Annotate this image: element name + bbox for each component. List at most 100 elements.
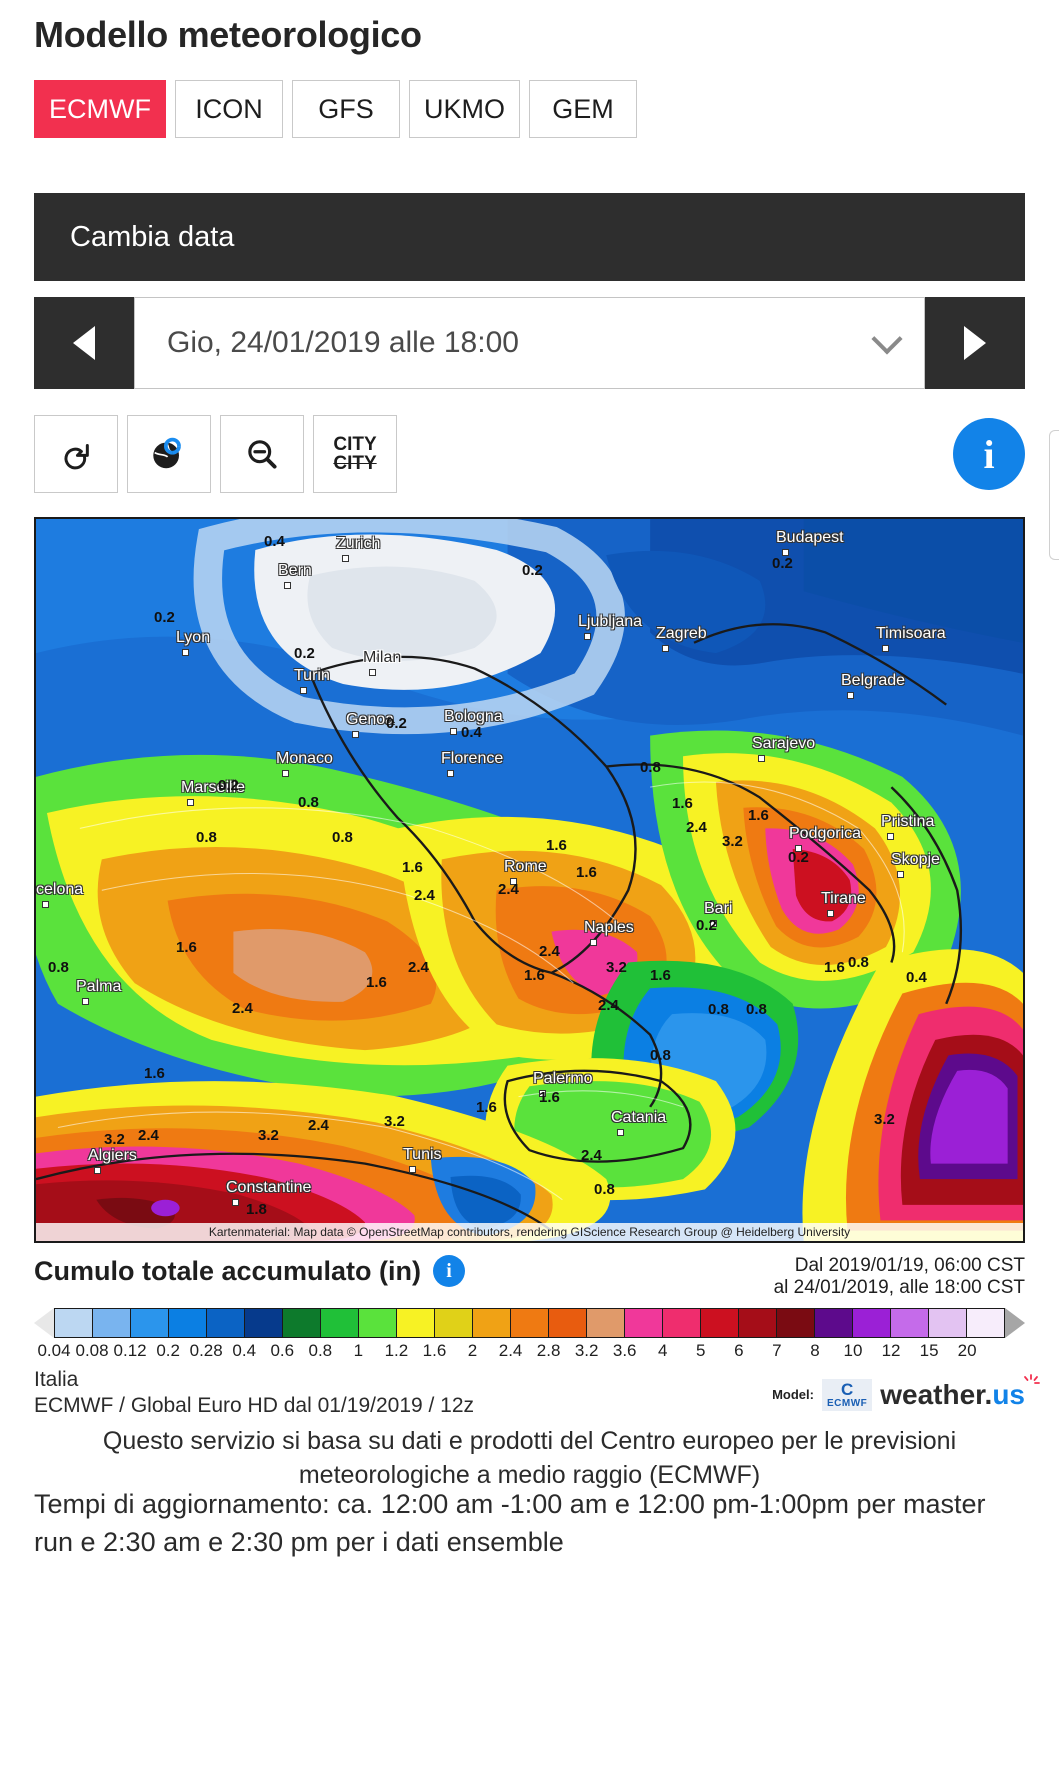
colorbar-tick-label: 10 — [843, 1340, 863, 1360]
colorbar-tick-row: 0.04 0.08 0.12 0.2 0.28 0.4 0.6 0.8 1 1.2 1.6 2 2.4 2… — [34, 1341, 1025, 1361]
triangle-right-icon — [964, 326, 986, 360]
colorbar-segment — [283, 1308, 321, 1337]
colorbar-cap-left — [34, 1307, 54, 1338]
map-city-dot — [584, 633, 591, 640]
map-city-dot — [94, 1167, 101, 1174]
brand-block: Model: C ECMWF weather.us — [772, 1367, 1040, 1411]
model-tab-label: ICON — [195, 93, 263, 124]
city-labels-icon: CITY CITY — [333, 435, 376, 473]
colorbar-segment — [587, 1308, 625, 1337]
weather-us-logo[interactable]: weather.us — [880, 1373, 1040, 1411]
colorbar-segment — [93, 1308, 131, 1337]
colorbar-tick-label: 0.2 — [156, 1340, 180, 1360]
precipitation-map[interactable]: Zurich Bern Budapest Ljubljana Zagreb Timisoa… — [34, 517, 1025, 1243]
colorbar-segment — [321, 1308, 359, 1337]
colorbar-segment — [473, 1308, 511, 1337]
map-city-dot — [450, 728, 457, 735]
colorbar-tick-label: 7 — [772, 1340, 782, 1360]
map-attribution: Kartenmaterial: Map data © OpenStreetMap… — [36, 1223, 1023, 1241]
refresh-icon — [64, 444, 89, 470]
colorbar-tick-label: 3.2 — [574, 1340, 599, 1360]
city-toggle-button[interactable]: CITY CITY — [313, 415, 397, 493]
colorbar-tick-label: 20 — [957, 1340, 977, 1360]
sunburst-icon — [1024, 1373, 1040, 1384]
city-toggle-line1: CITY — [333, 434, 377, 455]
colorbar-tick-label: 1.2 — [384, 1340, 409, 1360]
colorbar-tick-label: 15 — [919, 1340, 939, 1360]
colorbar-segment — [169, 1308, 207, 1337]
date-stepper: Gio, 24/01/2019 alle 18:00 — [34, 297, 1025, 389]
info-icon: i — [446, 1259, 452, 1282]
map-city-dot — [882, 645, 889, 652]
colorbar-segment — [891, 1308, 929, 1337]
side-panel-handle[interactable] — [1049, 430, 1059, 560]
map-raster — [36, 519, 1023, 1241]
map-toolbar: CITY CITY i — [34, 415, 1025, 493]
zoom-out-button[interactable] — [220, 415, 304, 493]
map-city-dot — [369, 669, 376, 676]
model-tab-label: ECMWF — [49, 93, 151, 124]
model-tab-label: GEM — [552, 93, 614, 124]
colorbar — [54, 1307, 1005, 1338]
map-city-dot — [232, 1199, 239, 1206]
model-tab-ecmwf[interactable]: ECMWF — [34, 80, 166, 138]
map-info-button[interactable]: i — [953, 418, 1025, 490]
disclaimer-text: Questo servizio si basa su dati e prodot… — [102, 1427, 957, 1490]
model-tab-gem[interactable]: GEM — [528, 80, 637, 138]
colorbar-segment — [815, 1308, 853, 1337]
globe-pin-icon — [153, 437, 181, 469]
model-tab-gfs[interactable]: GFS — [291, 80, 400, 138]
source-text: Italia ECMWF / Global Euro HD dal 01/19/… — [34, 1367, 474, 1420]
info-icon: i — [983, 431, 995, 477]
map-city-dot — [782, 549, 789, 556]
legend-range-from: Dal 2019/01/19, 06:00 CST — [794, 1255, 1025, 1276]
colorbar-segment — [549, 1308, 587, 1337]
next-date-button[interactable] — [925, 297, 1025, 389]
model-tab-list: ECMWF ICON GFS UKMO GEM — [0, 56, 1059, 138]
colorbar-tick-label: 12 — [881, 1340, 901, 1360]
colorbar-segment — [245, 1308, 283, 1337]
source-row: Italia ECMWF / Global Euro HD dal 01/19/… — [34, 1367, 1040, 1420]
colorbar-segment — [967, 1308, 1004, 1337]
map-city-dot — [42, 901, 49, 908]
update-times-note: Tempi di aggiornamento: ca. 12:00 am -1:… — [34, 1488, 986, 1558]
colorbar-tick-label: 3.6 — [612, 1340, 637, 1360]
map-city-dot — [284, 582, 291, 589]
map-city-dot — [282, 770, 289, 777]
map-city-dot — [758, 755, 765, 762]
source-region: Italia — [34, 1367, 79, 1391]
colorbar-tick-label: 4 — [658, 1340, 668, 1360]
colorbar-segment — [359, 1308, 397, 1337]
colorbar-tick-label: 0.08 — [75, 1340, 109, 1360]
previous-date-button[interactable] — [34, 297, 134, 389]
colorbar-tick-label: 1 — [353, 1340, 364, 1360]
ecmwf-text: ECMWF — [826, 1397, 868, 1409]
map-city-dot — [342, 555, 349, 562]
colorbar-tick-label: 6 — [734, 1340, 744, 1360]
colorbar-tick-label: 8 — [810, 1340, 820, 1360]
magnifier-minus-icon — [248, 440, 277, 469]
colorbar-segment — [397, 1308, 435, 1337]
refresh-button[interactable] — [34, 415, 118, 493]
map-city-dot — [617, 1129, 624, 1136]
map-city-dot — [447, 770, 454, 777]
model-tab-icon[interactable]: ICON — [174, 80, 283, 138]
locate-button[interactable] — [127, 415, 211, 493]
map-city-dot — [662, 645, 669, 652]
map-city-dot — [82, 998, 89, 1005]
colorbar-segment — [435, 1308, 473, 1337]
date-select[interactable]: Gio, 24/01/2019 alle 18:00 — [134, 297, 925, 389]
legend-info-button[interactable]: i — [433, 1255, 466, 1287]
model-tab-ukmo[interactable]: UKMO — [408, 80, 520, 138]
model-tab-label: GFS — [318, 93, 374, 124]
brand-weather: weather. — [880, 1378, 993, 1410]
ecmwf-logo: C ECMWF — [821, 1378, 873, 1411]
brand-model-label: Model: — [772, 1387, 814, 1403]
map-city-dot — [847, 692, 854, 699]
map-city-dot — [827, 910, 834, 917]
colorbar-tick-label: 0.6 — [270, 1340, 295, 1360]
colorbar-cap-right — [1005, 1307, 1025, 1338]
colorbar-tick-label: 5 — [696, 1340, 706, 1360]
map-city-dot — [590, 939, 597, 946]
colorbar-ticks: 0.04 0.08 0.12 0.2 0.28 0.4 0.6 0.8 1 1.2 1.6 2 2.4 2… — [37, 1340, 1005, 1361]
